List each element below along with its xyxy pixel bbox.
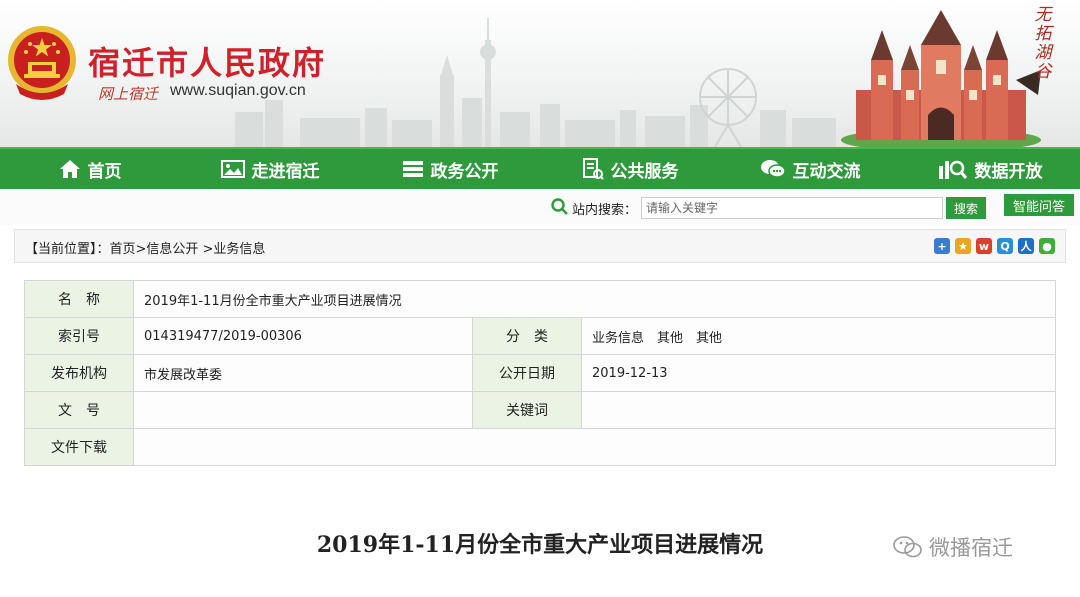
table-row: 名 称 2019年1-11月份全市重大产业项目进展情况 [24, 280, 1057, 318]
nav-item-label: 政务公开 [430, 161, 499, 182]
weibo-share-icon[interactable]: w [976, 238, 992, 254]
site-title[interactable]: 宿迁市人民政府 [88, 38, 326, 84]
date-value: 2019-12-13 [580, 354, 1057, 392]
category-value: 业务信息 其他 其他 [580, 317, 1057, 355]
nav-item-label: 首页 [87, 161, 122, 182]
picture-icon [220, 160, 245, 178]
docno-value [133, 391, 473, 429]
breadcrumb[interactable]: 【当前位置】：首页>信息公开 >业务信息 [25, 238, 265, 257]
keywords-label: 关键词 [472, 391, 582, 429]
add-share-icon[interactable]: + [934, 238, 950, 254]
name-value: 2019年1-11月份全市重大产业项目进展情况 [132, 280, 1057, 318]
castle-landmark-illustration [841, 10, 1041, 147]
qzone-share-icon[interactable]: Q [997, 238, 1013, 254]
smart-qa-button[interactable]: 智能问答 [1004, 194, 1074, 216]
star-share-icon[interactable]: ★ [955, 238, 971, 254]
publisher-label: 发布机构 [24, 354, 134, 392]
table-row: 发布机构 市发展改革委 公开日期 2019-12-13 [24, 354, 1057, 392]
site-url[interactable]: www.suqian.gov.cn [170, 82, 306, 100]
nav-item-home[interactable]: 首页 [0, 149, 180, 189]
index-value: 014319477/2019-00306 [133, 317, 473, 355]
wechat-share-icon[interactable]: ● [1039, 238, 1055, 254]
search-icon [551, 198, 568, 215]
breadcrumb-bar: 【当前位置】：首页>信息公开 >业务信息 + ★ w Q 人 ● [14, 229, 1066, 263]
main-content: 【当前位置】：首页>信息公开 >业务信息 + ★ w Q 人 ● 名 称 201… [0, 225, 1080, 597]
renren-share-icon[interactable]: 人 [1018, 238, 1034, 254]
docno-label: 文 号 [24, 391, 134, 429]
download-value[interactable] [132, 428, 1057, 466]
download-label: 文件下载 [24, 428, 134, 466]
table-row: 索引号 014319477/2019-00306 分 类 业务信息 其他 其他 [24, 317, 1057, 355]
stack-icon [402, 161, 423, 177]
wechat-watermark-icon [893, 536, 922, 558]
data-icon [938, 160, 967, 179]
nav-item-label: 公共服务 [610, 161, 679, 182]
service-icon [582, 158, 604, 180]
nav-item-label: 走进宿迁 [251, 161, 320, 182]
name-label: 名 称 [24, 280, 134, 318]
search-bar: 站内搜索： 搜索 智能问答 [0, 189, 1080, 225]
home-icon [59, 160, 80, 178]
nav-item-public-service[interactable]: 公共服务 [540, 149, 720, 189]
national-emblem-icon [8, 26, 76, 100]
calligraphy-text: 无拓湖谷 [1034, 5, 1052, 82]
nav-item-about[interactable]: 走进宿迁 [180, 149, 360, 189]
index-label: 索引号 [24, 317, 134, 355]
publisher-value: 市发展改革委 [133, 354, 473, 392]
table-row: 文件下载 [24, 428, 1057, 466]
nav-item-label: 互动交流 [792, 161, 861, 182]
main-nav: 首页 走进宿迁 政务公开 公共服务 互动交流 数据开放 [0, 147, 1080, 189]
nav-item-gov-affairs[interactable]: 政务公开 [360, 149, 540, 189]
site-slogan: 网上宿迁 [98, 85, 159, 103]
share-toolbar: + ★ w Q 人 ● [934, 238, 1055, 254]
keywords-value [580, 391, 1057, 429]
site-header: 宿迁市人民政府 网上宿迁 www.suqian.gov.cn 无拓湖谷 [0, 0, 1080, 147]
watermark-text: 微播宿迁 [929, 536, 1013, 560]
search-label: 站内搜索： [572, 203, 638, 218]
nav-item-interaction[interactable]: 互动交流 [720, 149, 900, 189]
chat-icon [760, 160, 786, 178]
search-button[interactable]: 搜索 [946, 197, 986, 219]
nav-item-label: 数据开放 [974, 161, 1043, 182]
nav-item-open-data[interactable]: 数据开放 [900, 149, 1080, 189]
search-input[interactable] [641, 197, 943, 219]
watermark: 微播宿迁 [893, 532, 1013, 562]
table-row: 文 号 关键词 [24, 391, 1057, 429]
date-label: 公开日期 [472, 354, 582, 392]
document-info-table: 名 称 2019年1-11月份全市重大产业项目进展情况 索引号 01431947… [24, 280, 1057, 466]
category-label: 分 类 [472, 317, 582, 355]
